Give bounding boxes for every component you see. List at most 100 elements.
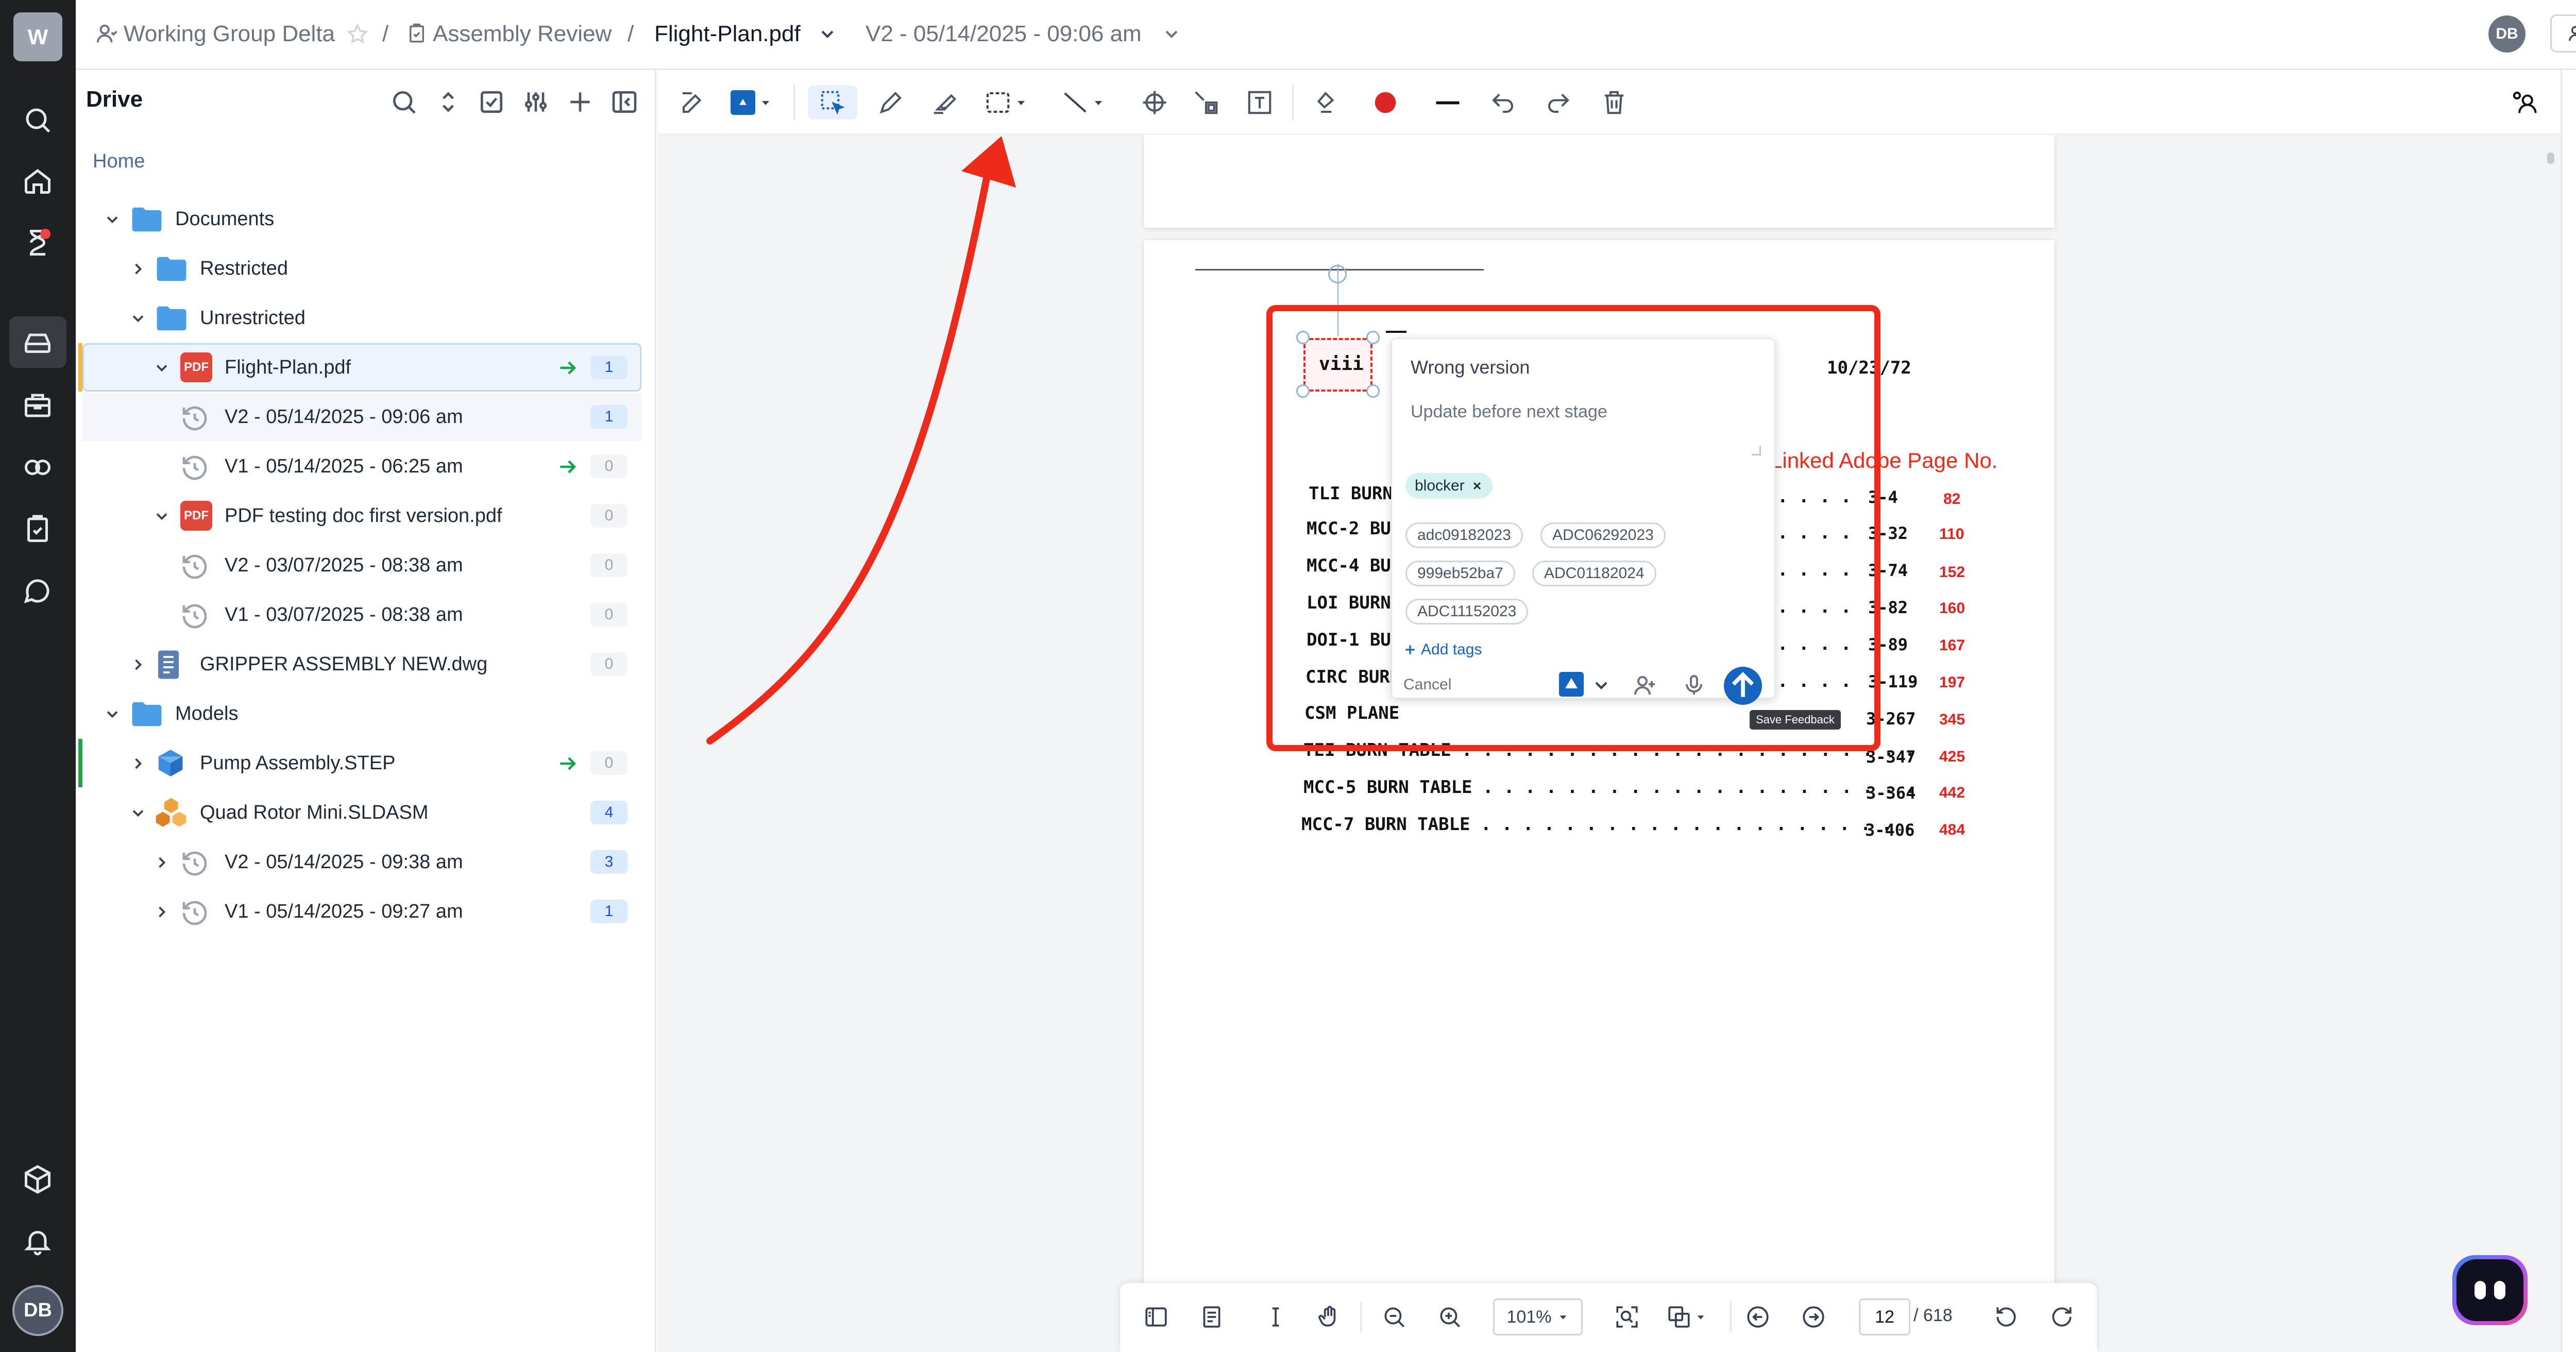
toggle-icon[interactable] [20,449,56,485]
linked-page-number[interactable]: 197 [1939,674,1965,691]
bell-icon[interactable] [20,1223,56,1259]
tree-item-restricted[interactable]: Restricted [200,258,288,280]
chevron-down-icon[interactable] [1161,24,1182,44]
tag-chip-active[interactable]: blocker [1405,473,1493,499]
chevron-down-icon[interactable] [103,705,122,723]
microphone-icon[interactable] [1682,673,1706,698]
linked-page-number[interactable]: 110 [1939,526,1964,543]
linked-page-number[interactable]: 345 [1939,711,1965,729]
linked-page-number[interactable]: 167 [1939,637,1965,654]
tree-item-unrestricted[interactable]: Unrestricted [200,307,306,329]
tree-item-version[interactable]: V2 - 03/07/2025 - 08:38 am [225,554,463,577]
tree-item-flight-plan[interactable]: Flight-Plan.pdf [225,357,351,379]
chevron-down-icon[interactable] [152,359,171,377]
crosshair-icon[interactable] [1138,86,1172,120]
search-icon[interactable] [389,88,418,116]
sidebar-toggle-icon[interactable] [1140,1300,1173,1333]
line-selector[interactable] [1061,86,1113,120]
user-avatar[interactable]: DB [12,1285,63,1336]
breadcrumb-file[interactable]: Flight-Plan.pdf [654,19,801,49]
tree-item-version[interactable]: V1 - 05/14/2025 - 09:27 am [225,901,463,923]
text-box-icon[interactable] [1243,86,1277,120]
rotate-handle[interactable] [1328,265,1347,283]
zoom-select[interactable]: 101% [1493,1298,1583,1336]
stroke-width-icon[interactable] [1427,86,1468,120]
resize-grip-icon[interactable] [1752,446,1761,455]
chat-icon[interactable] [20,573,56,609]
arrow-right-icon[interactable] [556,752,579,775]
hourglass-icon[interactable] [20,225,56,261]
close-icon[interactable] [1471,480,1483,492]
package-icon[interactable] [20,1161,56,1197]
pencil-icon[interactable] [874,86,908,120]
arrow-right-icon[interactable] [556,357,579,379]
linked-page-number[interactable]: 160 [1939,600,1965,617]
page-list-icon[interactable] [1195,1300,1228,1333]
fit-page-icon[interactable] [1611,1300,1643,1333]
chevron-down-icon[interactable] [1591,675,1612,696]
select-check-icon[interactable] [477,88,506,116]
add-icon[interactable] [566,88,595,116]
tag-chip[interactable]: adc09182023 [1405,522,1523,548]
send-feedback-button[interactable] [1724,667,1762,705]
chevron-right-icon[interactable] [152,853,171,872]
linked-page-number[interactable]: 82 [1943,491,1960,508]
edit-icon[interactable] [675,86,711,120]
chevron-right-icon[interactable] [129,260,147,278]
tree-item-documents[interactable]: Documents [175,208,274,230]
redo-icon[interactable] [1541,86,1575,120]
measure-icon[interactable] [1189,86,1223,120]
home-link[interactable]: Home [93,150,145,173]
tree-item-models[interactable]: Models [175,703,239,725]
user-settings-icon[interactable] [2507,86,2541,120]
tag-chip[interactable]: 999eb52ba7 [1405,561,1515,586]
tree-item-version[interactable]: V1 - 05/14/2025 - 06:25 am [225,455,463,478]
tree-item-version[interactable]: V2 - 05/14/2025 - 09:06 am [225,406,463,428]
add-tags-button[interactable]: Add tags [1403,641,1482,658]
filter-sliders-icon[interactable] [521,88,550,116]
next-page-icon[interactable] [1797,1300,1830,1333]
tree-item-pdf-testing-doc[interactable]: PDF testing doc first version.pdf [225,505,502,527]
zoom-in-icon[interactable] [1433,1300,1466,1333]
tree-item-version[interactable]: V1 - 03/07/2025 - 08:38 am [225,604,463,626]
chevron-down-icon[interactable] [129,309,147,328]
search-icon[interactable] [20,102,56,138]
top-avatar[interactable]: DB [2488,15,2526,53]
linked-page-number[interactable]: 484 [1939,821,1965,839]
tag-chip[interactable]: ADC01182024 [1532,561,1656,586]
highlighter-icon[interactable] [927,86,961,120]
color-picker[interactable] [1368,86,1402,120]
trash-icon[interactable] [1597,86,1631,120]
rotate-left-icon[interactable] [1990,1300,2023,1333]
compare-selector[interactable] [1665,1300,1717,1333]
share-button[interactable]: 1 [2550,14,2576,53]
collapse-panel-icon[interactable] [610,88,639,116]
chevron-right-icon[interactable] [129,655,147,674]
workspace-button[interactable]: W [13,12,62,61]
chevron-right-icon[interactable] [129,754,147,773]
star-icon[interactable] [346,23,369,45]
priority-selector[interactable] [731,86,782,120]
tree-item-version[interactable]: V2 - 05/14/2025 - 09:38 am [225,851,463,873]
tag-chip[interactable]: ADC11152023 [1405,599,1529,624]
feedback-text[interactable]: Update before next stage [1411,402,1607,422]
tree-item-quad-rotor[interactable]: Quad Rotor Mini.SLDASM [200,802,429,824]
zoom-out-icon[interactable] [1378,1300,1411,1333]
cancel-button[interactable]: Cancel [1403,676,1451,694]
breadcrumb-project[interactable]: Assembly Review [433,19,612,49]
shape-selector[interactable] [984,86,1036,120]
chevron-down-icon[interactable] [103,210,122,229]
version-selector[interactable]: V2 - 05/14/2025 - 09:06 am [866,19,1142,49]
chevron-down-icon[interactable] [817,24,838,44]
home-icon[interactable] [20,163,56,199]
tag-chip[interactable]: ADC06292023 [1540,522,1666,548]
feedback-title[interactable]: Wrong version [1411,357,1530,378]
drive-icon[interactable] [20,325,56,361]
breadcrumb-group[interactable]: Working Group Delta [124,19,335,49]
hand-icon[interactable] [1313,1300,1346,1333]
toolbox-icon[interactable] [20,387,56,424]
sort-icon[interactable] [434,88,463,116]
assistant-bot-button[interactable] [2452,1255,2528,1325]
stamp-icon[interactable] [1309,86,1343,120]
chevron-down-icon[interactable] [152,507,171,526]
